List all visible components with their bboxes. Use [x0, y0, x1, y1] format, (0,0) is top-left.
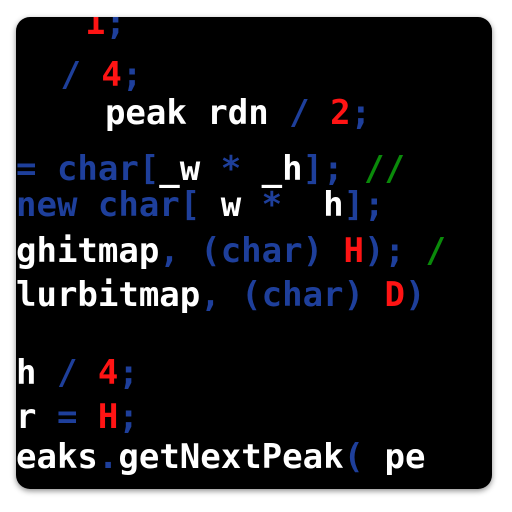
code-token: peak rdn [64, 93, 290, 133]
code-token: ( [343, 437, 385, 477]
code-token: H [343, 231, 365, 271]
code-token: ; [105, 17, 126, 43]
code-token: 1 [44, 17, 106, 43]
code-token: r [16, 397, 37, 437]
code-token: D [384, 275, 405, 315]
code-token: / [404, 231, 446, 271]
code-token: / [40, 55, 102, 95]
code-token: ) [404, 275, 426, 315]
code-token: ]; [343, 185, 385, 225]
code-line: = char[_w * _h]; // [16, 149, 405, 189]
code-token: ; [121, 55, 143, 95]
code-token: lurbitmap [16, 275, 201, 315]
code-token: * [241, 185, 303, 225]
code-token: . [97, 437, 119, 477]
code-token: 4 [97, 353, 119, 393]
code-line: ghitmap, (char) H); / [16, 231, 446, 271]
code-token: ; [118, 353, 139, 393]
code-token: 4 [101, 55, 122, 95]
code-line: peak rdn / 2; [64, 93, 371, 133]
code-token: getNextPeak [118, 437, 344, 477]
code-token: eaks [16, 437, 98, 477]
code-token: = [36, 397, 98, 437]
code-token: pe [384, 437, 426, 477]
code-editor-window: 1; / 4; peak rdn / 2; = char[_w * _h]; //… [16, 17, 492, 489]
code-line: lurbitmap, (char) D) [16, 275, 425, 315]
code-line: / 4; [40, 55, 142, 95]
code-token: ]; [302, 149, 365, 189]
code-token: / [36, 353, 98, 393]
code-token: _h [261, 149, 303, 189]
code-token: 2 [330, 93, 351, 133]
code-token: = char[ [16, 149, 160, 189]
code-line: 1; [44, 17, 126, 43]
code-token: , (char) [200, 275, 385, 315]
code-token: w [220, 185, 242, 225]
code-line: eaks.getNextPeak( pe [16, 437, 425, 477]
code-token: ghitmap [16, 231, 160, 271]
code-line: h / 4; [16, 353, 139, 393]
code-token: H [97, 397, 119, 437]
code-token: h [16, 353, 37, 393]
code-token: * [200, 149, 262, 189]
code-token: _w [159, 149, 201, 189]
code-line: new char[ w * h]; [16, 185, 385, 225]
code-token: // [364, 149, 405, 189]
code-token: h [302, 185, 344, 225]
code-token: , (char) [159, 231, 344, 271]
code-token: new char[ [16, 185, 221, 225]
code-token: ; [118, 397, 139, 437]
code-token: ); [364, 231, 405, 271]
code-token: / [289, 93, 331, 133]
code-line: r = H; [16, 397, 139, 437]
code-token: ; [350, 93, 372, 133]
